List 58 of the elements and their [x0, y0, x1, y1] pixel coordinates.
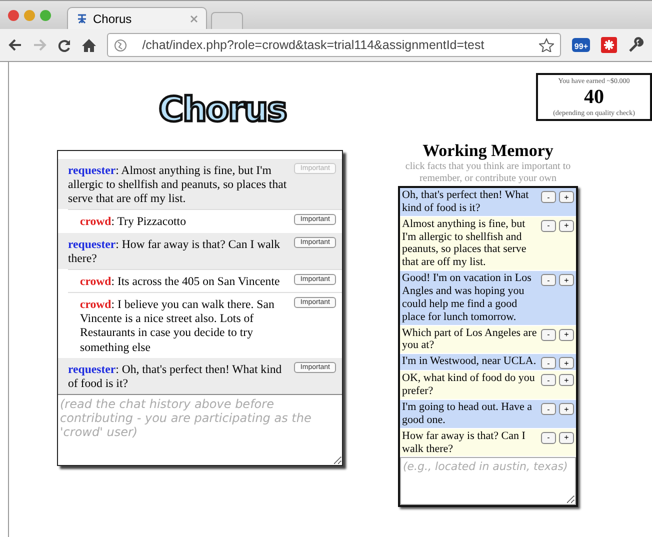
memory-fact[interactable]: Which part of Los Angeles are you at? - +: [400, 326, 576, 354]
minus-button[interactable]: -: [541, 191, 556, 203]
minus-button[interactable]: -: [541, 432, 556, 444]
chat-message: requester: Almost anything is fine, but I'm allergic to shellfish and peanuts, so places that serve that are off my list.: [68, 163, 288, 206]
chat-message: crowd: Its across the 405 on San Vincente: [80, 274, 281, 288]
plus-button[interactable]: +: [559, 403, 574, 416]
memory-fact[interactable]: Almost anything is fine, but I'm allergic to shellfish and peanuts, so places that serve that are off my list. - +: [400, 216, 576, 272]
memory-fact[interactable]: How far away is that? Can I walk there? - +: [400, 428, 576, 458]
minus-button[interactable]: -: [541, 328, 556, 341]
address-bar[interactable]: /chat/index.php?role=crowd&task=trial114&assignmentId=test: [107, 33, 562, 57]
plus-button[interactable]: +: [559, 328, 574, 341]
logo: Chorus: [158, 90, 288, 130]
plus-button[interactable]: +: [559, 432, 574, 444]
minus-button[interactable]: -: [541, 220, 556, 232]
plus-button[interactable]: +: [559, 274, 574, 286]
close-icon[interactable]: [190, 14, 198, 22]
minus-button[interactable]: -: [541, 357, 556, 370]
memory-fact[interactable]: Oh, that's perfect then! What kind of food is it? - +: [400, 188, 576, 217]
extension-icon[interactable]: [601, 37, 617, 53]
minus-button[interactable]: -: [541, 403, 556, 416]
plus-button[interactable]: +: [559, 357, 574, 370]
chat-input[interactable]: (read the chat history above before contributing - you are participating as the 'crowd' user): [58, 395, 342, 466]
plus-button[interactable]: +: [559, 191, 574, 203]
logo-icon: [76, 12, 88, 24]
minus-button[interactable]: -: [541, 374, 556, 386]
fact-text: How far away is that? Can I walk there?: [402, 430, 526, 456]
browser-tab[interactable]: Chorus: [67, 7, 207, 29]
plus-button[interactable]: +: [559, 374, 574, 386]
fact-text: Good! I'm on vacation in Los Angles and was hoping you could help me find a good place for lunch tomorrow.: [402, 272, 532, 324]
memory-input[interactable]: (e.g., located in austin, texas): [400, 457, 576, 506]
back-icon[interactable]: [8, 39, 22, 51]
memory-hint: click facts that you think are important to remember, or contribute your own: [404, 161, 572, 185]
minus-button[interactable]: -: [541, 274, 556, 286]
fact-text: I'm in Westwood, near UCLA.: [402, 355, 538, 368]
fact-text: Almost anything is fine, but I'm allergic to shellfish and peanuts, so places that serve that are off my list.: [402, 218, 528, 270]
memory-fact[interactable]: I'm in Westwood, near UCLA. - +: [400, 354, 576, 372]
tab-title: Chorus: [93, 12, 133, 26]
fact-text: I'm going to head out. Have a good one.: [402, 401, 533, 427]
wrench-icon[interactable]: [628, 37, 644, 53]
memory-fact[interactable]: OK, what kind of food do you prefer? - +: [400, 371, 576, 400]
memory-fact[interactable]: Good! I'm on vacation in Los Angles and was hoping you could help me find a good place for lunch tomorrow. - +: [400, 271, 576, 326]
fact-text: OK, what kind of food do you prefer?: [402, 372, 536, 398]
chat-message: requester: How far away is that? Can I walk there?: [68, 236, 282, 265]
plus-button[interactable]: +: [559, 220, 574, 232]
window-controls-icon[interactable]: [8, 10, 51, 20]
memory-fact[interactable]: I'm going to head out. Have a good one. - +: [400, 400, 576, 429]
home-icon[interactable]: [82, 38, 96, 52]
reload-icon[interactable]: [58, 38, 71, 52]
chat-message: requester: Oh, that's perfect then! What kind of food is it?: [68, 362, 283, 390]
chat-message: crowd: I believe you can walk there. San Vincente is a nice street also. Lots of Restaurants in case you decide to try something else: [80, 297, 276, 354]
star-icon[interactable]: [539, 38, 554, 52]
extension-badge[interactable]: 99+: [572, 38, 590, 52]
chat-message: crowd: Try Pizzacotto: [80, 214, 187, 229]
memory-title: Working Memory: [422, 141, 554, 161]
fact-text: Oh, that's perfect then! What kind of food is it?: [402, 189, 530, 215]
earnings-amount: 40: [583, 85, 605, 109]
fact-text: Which part of Los Angeles are you at?: [402, 326, 538, 352]
globe-icon: [114, 38, 127, 52]
